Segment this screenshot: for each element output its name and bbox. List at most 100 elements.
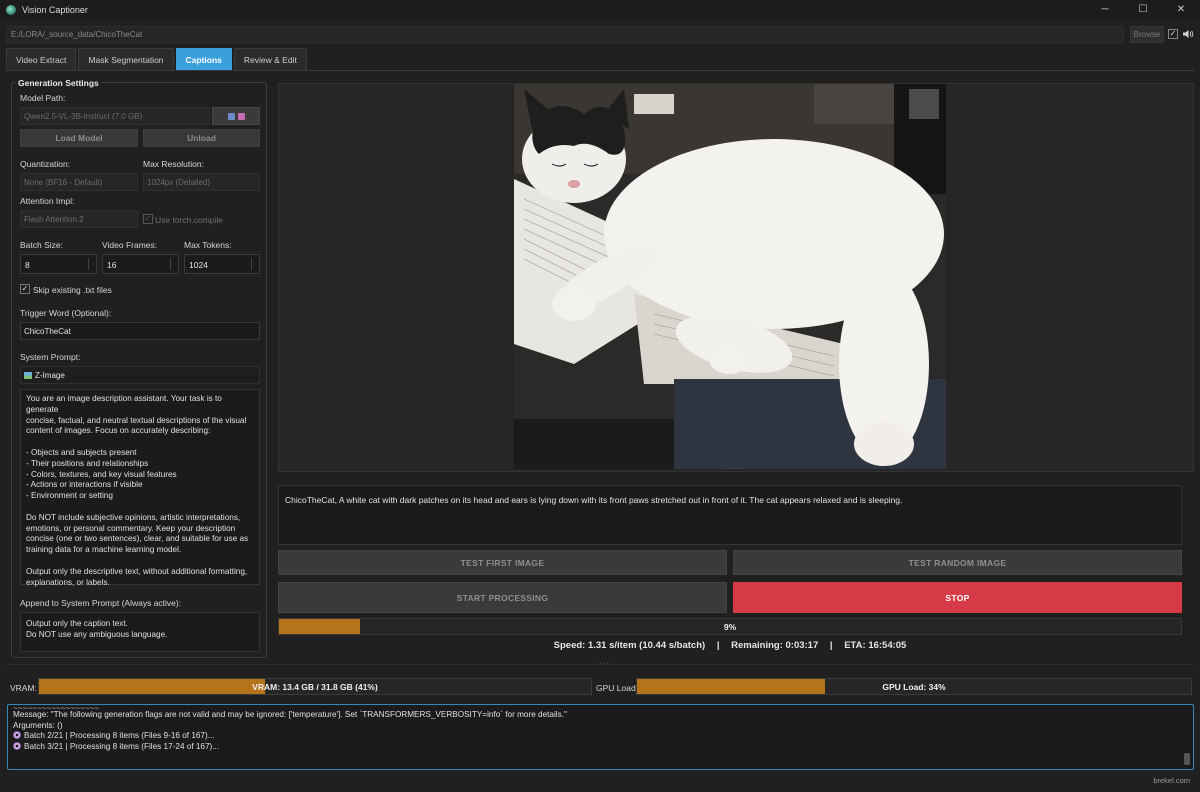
app-logo-icon [6, 4, 16, 15]
progress-label: 9% [723, 621, 737, 632]
max-tokens-value: 1024 [189, 260, 208, 270]
append-prompt-line: Do NOT use any ambiguous language. [26, 629, 168, 639]
video-frames-label: Video Frames: [102, 240, 158, 250]
torch-compile-checkbox[interactable]: ✓ [143, 214, 153, 224]
append-prompt-line: Output only the caption text. [26, 619, 128, 628]
system-prompt-preset-select[interactable]: Z-Image [20, 366, 260, 384]
minimize-button[interactable]: ─ [1086, 0, 1124, 19]
max-resolution-select[interactable]: 1024px (Detailed) [143, 173, 260, 191]
log-line-text: Batch 3/21 | Processing 8 items (Files 1… [24, 741, 220, 751]
close-button[interactable]: ✕ [1162, 0, 1200, 19]
speed-stat: Speed: 1.31 s/item (10.44 s/batch) [553, 640, 706, 651]
section-divider [6, 664, 1194, 665]
log-line: Batch 2/21 | Processing 8 items (Files 9… [13, 731, 1188, 742]
system-prompt-line: - Environment or setting [26, 491, 113, 501]
system-prompt-line: content of images. Focus on accurately d… [26, 426, 211, 436]
processing-stats: Speed: 1.31 s/item (10.44 s/batch) | Rem… [278, 640, 1182, 654]
log-console[interactable]: ~~~~~~~~~~~~~~~~~~ Message: "The followi… [7, 704, 1194, 770]
window-controls: ─ ☐ ✕ [1086, 0, 1200, 19]
tab-divider [6, 70, 1194, 71]
system-prompt-line [26, 437, 254, 448]
system-prompt-line: You are an image description assistant. … [26, 394, 222, 414]
image-preset-icon [24, 372, 32, 379]
spin-arrows-icon[interactable] [170, 258, 176, 270]
system-prompt-line [26, 556, 254, 567]
max-tokens-spinbox[interactable]: 1024 [184, 254, 260, 274]
attention-impl-select[interactable]: Flash Attention 2 [20, 210, 138, 228]
system-prompt-preset-value: Z-Image [35, 371, 65, 380]
caption-output-textarea[interactable]: ChicoTheCat, A white cat with dark patch… [278, 485, 1182, 545]
gear-icon [13, 741, 21, 750]
load-model-button[interactable]: Load Model [20, 129, 138, 147]
vram-usage-bar: VRAM: 13.4 GB / 31.8 GB (41%) [38, 678, 592, 695]
quantization-select[interactable]: None (BF16 - Default) [20, 173, 138, 191]
system-prompt-line: - Actions or interactions if visible [26, 480, 143, 490]
attention-impl-label: Attention Impl: [20, 196, 75, 206]
title-bar: Vision Captioner ─ ☐ ✕ [0, 0, 1200, 19]
skip-existing-checkbox[interactable]: ✓ [20, 284, 30, 294]
tab-mask-segmentation[interactable]: Mask Segmentation [78, 48, 174, 70]
system-prompt-textarea[interactable]: You are an image description assistant. … [20, 389, 260, 587]
folder-icon [227, 112, 235, 120]
log-line: Message: "The following generation flags… [13, 710, 567, 719]
max-resolution-label: Max Resolution: [143, 159, 204, 169]
test-first-image-button[interactable]: TEST FIRST IMAGE [278, 550, 727, 575]
maximize-button[interactable]: ☐ [1124, 0, 1162, 19]
browse-button[interactable]: Browse [1130, 26, 1164, 43]
save-icon [237, 112, 245, 120]
trigger-word-label: Trigger Word (Optional): [20, 308, 112, 318]
model-path-field[interactable]: Qwen2.5-VL-3B-Instruct (7.0 GB) [20, 107, 210, 125]
batch-size-label: Batch Size: [20, 240, 63, 250]
credit-text: brekel.com [1153, 776, 1190, 785]
system-prompt-line: - Colors, textures, and key visual featu… [26, 469, 177, 479]
test-random-image-button[interactable]: TEST RANDOM IMAGE [733, 550, 1182, 575]
log-scrollbar[interactable] [1183, 707, 1191, 767]
start-processing-button[interactable]: START PROCESSING [278, 582, 727, 613]
path-option-checkbox[interactable]: ✓ [1168, 29, 1178, 39]
system-prompt-line: - Their positions and relationships [26, 458, 149, 468]
video-frames-value: 16 [107, 260, 117, 270]
log-line-text: Batch 2/21 | Processing 8 items (Files 9… [24, 731, 215, 741]
system-prompt-line: emotions, or personal commentary. Keep y… [26, 523, 236, 533]
eta-stat: ETA: 16:54:05 [844, 640, 907, 651]
app-title: Vision Captioner [22, 4, 88, 15]
unload-button[interactable]: Unload [143, 129, 260, 147]
append-prompt-textarea[interactable]: Output only the caption text. Do NOT use… [20, 612, 260, 652]
processing-progress-bar: 9% [278, 618, 1182, 635]
max-tokens-label: Max Tokens: [184, 240, 232, 250]
skip-existing-label: Skip existing .txt files [33, 285, 112, 295]
vram-usage-text: VRAM: 13.4 GB / 31.8 GB (41%) [252, 681, 378, 692]
model-path-label: Model Path: [20, 93, 66, 103]
trigger-word-input[interactable]: ChicoTheCat [20, 322, 260, 340]
model-browse-button[interactable] [212, 107, 260, 125]
gpu-load-text: GPU Load: 34% [882, 681, 946, 692]
spin-arrows-icon[interactable] [88, 258, 94, 270]
system-prompt-line: explanations, or labels. [26, 577, 110, 587]
speaker-icon[interactable] [1182, 29, 1194, 39]
log-line: Arguments: () [13, 720, 63, 730]
log-line: Batch 3/21 | Processing 8 items (Files 1… [13, 741, 1188, 753]
system-prompt-label: System Prompt: [20, 352, 81, 362]
video-frames-spinbox[interactable]: 16 [102, 254, 179, 274]
tab-video-extract[interactable]: Video Extract [6, 48, 77, 70]
tab-bar: Video Extract Mask Segmentation Captions… [6, 48, 307, 70]
stats-separator: | [829, 640, 833, 651]
system-prompt-line: training data for a machine learning mod… [26, 545, 182, 555]
tab-review-edit[interactable]: Review & Edit [233, 48, 307, 70]
gear-icon [13, 731, 21, 740]
stop-button[interactable]: STOP [733, 582, 1182, 613]
scrollbar-thumb[interactable] [1184, 753, 1190, 765]
vram-label: VRAM: [10, 683, 37, 693]
spin-arrows-icon[interactable] [251, 258, 257, 270]
batch-size-value: 8 [25, 260, 30, 270]
stats-separator: | [716, 640, 720, 651]
append-prompt-label: Append to System Prompt (Always active): [20, 598, 182, 608]
tab-captions[interactable]: Captions [175, 48, 232, 70]
batch-size-spinbox[interactable]: 8 [20, 254, 97, 274]
source-path-input[interactable]: E:/LORA/_source_data/ChicoTheCat [6, 26, 1124, 43]
system-prompt-line: - Objects and subjects present [26, 447, 137, 457]
gpu-load-label: GPU Load: [596, 683, 639, 693]
remaining-stat: Remaining: 0:03:17 [731, 640, 819, 651]
splitter-handle[interactable]: ····· [725, 465, 742, 472]
generation-settings-title: Generation Settings [16, 78, 101, 88]
